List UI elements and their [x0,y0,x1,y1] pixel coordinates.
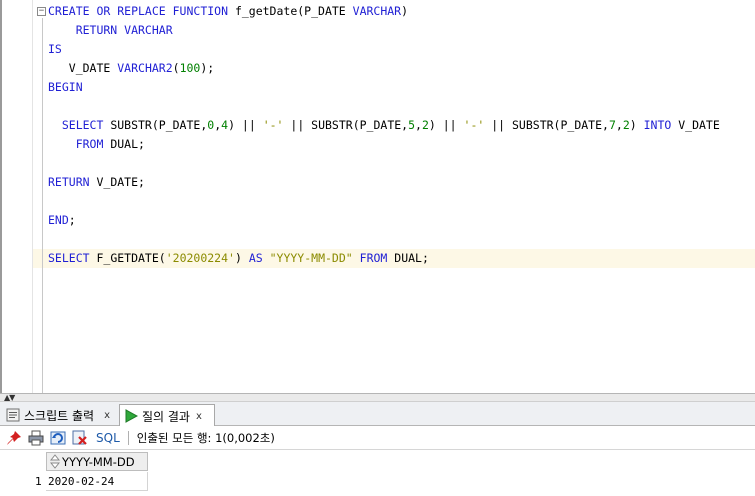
sql-token: SUBSTR(P_DATE, [110,118,208,132]
sql-token: V_DATE [48,61,118,75]
sql-token: V_DATE [671,118,720,132]
sql-keyword: FROM [48,137,104,151]
sql-number: 7 [608,118,616,132]
sql-keyword: FROM [359,251,388,265]
code-line[interactable]: V_DATE VARCHAR2(100); [48,59,214,78]
code-line[interactable]: RETURN VARCHAR [48,21,173,40]
sql-string: '-' [262,118,284,132]
sort-icon[interactable] [50,454,60,469]
sql-keyword: VARCHAR2 [117,61,173,75]
row-number[interactable]: 1 [0,472,44,491]
sql-token: || SUBSTR(P_DATE, [484,118,609,132]
pin-icon[interactable] [6,430,22,446]
sql-keyword: RETURN VARCHAR [48,23,173,37]
sql-string: '20200224' [165,251,235,265]
cancel-fetch-icon[interactable] [72,430,88,446]
sql-keyword: INTO [643,118,672,132]
sql-string: '-' [463,118,485,132]
sql-keyword: VARCHAR [352,4,402,18]
sql-token: ( [172,61,180,75]
sql-token: F_GETDATE( [96,251,166,265]
code-line[interactable]: BEGIN [48,78,83,97]
sql-number: 5 [408,118,416,132]
result-grid: YYYY-MM-DD 1 2020-02-24 [0,450,755,496]
column-header-label: YYYY-MM-DD [62,454,135,469]
code-line[interactable]: END; [48,211,76,230]
close-icon[interactable]: x [104,410,110,421]
sql-token: || SUBSTR(P_DATE, [283,118,409,132]
sql-token: V_DATE; [89,175,145,189]
tab-label: 질의 결과 [142,409,190,424]
sql-keyword: CREATE OR REPLACE FUNCTION [48,4,235,18]
sql-token: f_getDate(P_DATE [234,4,353,18]
splitter-arrows-icon[interactable]: ▲▼ [4,394,15,402]
sql-token: ) || [228,118,263,132]
sql-keyword: END [48,213,69,227]
sql-keyword: RETURN [48,175,90,189]
sql-token: , [615,118,623,132]
tab-query-result[interactable]: 질의 결과 x [119,404,215,427]
sql-keyword: SELECT [48,251,97,265]
sql-number: 2 [421,118,429,132]
sql-number: 2 [622,118,630,132]
sql-string: "YYYY-MM-DD" [269,251,353,265]
tab-label: 스크립트 출력 [24,408,95,423]
sql-number: 100 [179,61,201,75]
sql-token: ) [234,251,249,265]
sql-keyword: BEGIN [48,80,83,94]
tab-script-output[interactable]: 스크립트 출력 x [2,404,118,426]
sql-keyword: SELECT [48,118,111,132]
code-line[interactable]: IS [48,40,62,59]
close-icon[interactable]: x [196,411,202,422]
sql-token: DUAL; [387,251,429,265]
sql-token: ; [68,213,76,227]
sql-keyword: AS [248,251,270,265]
column-header[interactable]: YYYY-MM-DD [46,452,148,471]
play-icon [125,409,138,423]
result-tab-bar: 스크립트 출력 x 질의 결과 x [0,402,755,427]
code-line[interactable]: SELECT SUBSTR(P_DATE,0,4) || '-' || SUBS… [48,116,720,135]
panel-splitter[interactable]: ▲▼ [0,393,755,402]
editor-gutter [4,0,32,393]
refresh-icon[interactable] [50,430,66,446]
code-line[interactable]: RETURN V_DATE; [48,173,145,192]
sql-token: ); [200,61,215,75]
toolbar-separator [127,430,129,445]
code-fold-line [42,18,43,393]
sql-token: DUAL; [103,137,145,151]
table-cell[interactable]: 2020-02-24 [46,472,148,491]
sql-token: ) [629,118,644,132]
code-line[interactable]: FROM DUAL; [48,135,145,154]
print-icon[interactable] [28,430,44,446]
fetch-status: 인출된 모든 행: 1(0,002초) [136,430,275,445]
code-line[interactable]: SELECT F_GETDATE('20200224') AS "YYYY-MM… [48,249,429,268]
sql-keyword: IS [48,42,62,56]
sql-editor[interactable]: − CREATE OR REPLACE FUNCTION f_getDate(P… [0,0,755,393]
gutter-separator [32,0,33,393]
result-toolbar: SQL 인출된 모든 행: 1(0,002초) [0,426,755,450]
sql-token: ) || [428,118,464,132]
sql-token: ) [401,4,409,18]
sql-token: , [415,118,422,132]
code-fold-toggle-icon[interactable]: − [37,7,46,16]
script-output-icon [6,408,20,422]
sql-button[interactable]: SQL [96,431,120,445]
code-line[interactable]: CREATE OR REPLACE FUNCTION f_getDate(P_D… [48,2,408,21]
